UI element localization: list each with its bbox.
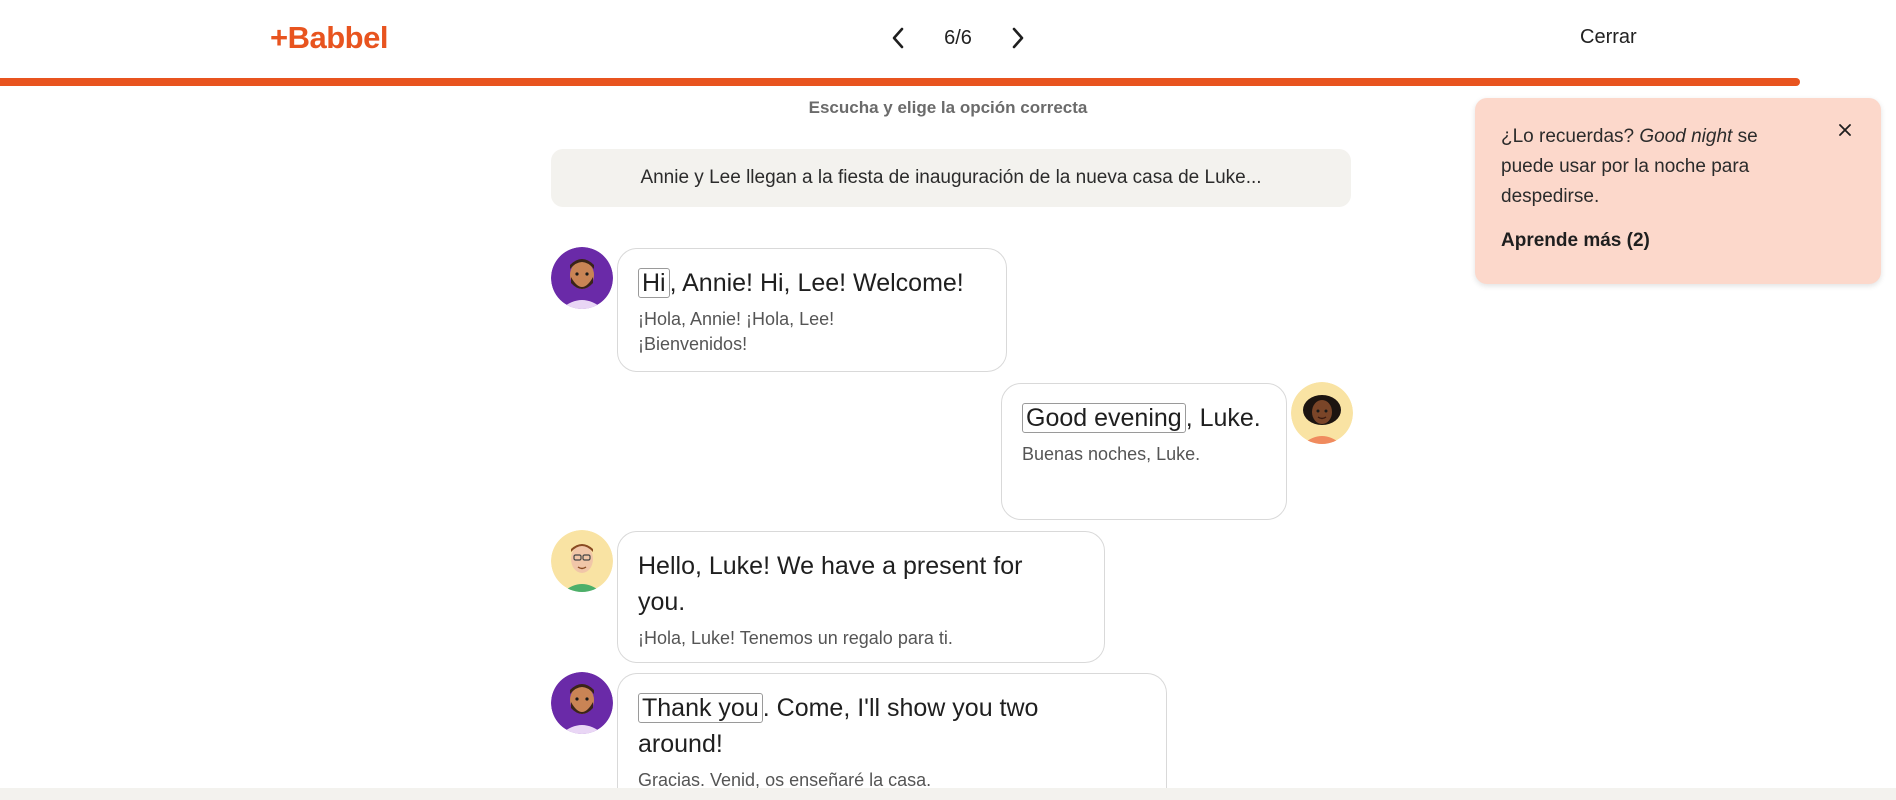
message-english-text: Hello, Luke! We have a present for you.: [638, 552, 1023, 616]
man-beard-avatar-icon: [551, 672, 613, 734]
message-translation: ¡Hola, Annie! ¡Hola, Lee! ¡Bienvenidos!: [638, 309, 835, 354]
close-icon: [1839, 124, 1851, 136]
pager-count: 6/6: [944, 26, 972, 49]
context-text: Annie y Lee llegan a la fiesta de inaugu…: [640, 167, 1262, 188]
close-hint-button[interactable]: [1831, 116, 1859, 144]
keyword-highlight[interactable]: Hi: [638, 268, 670, 298]
chevron-left-icon: [892, 27, 904, 49]
man-glasses-avatar-icon: [551, 530, 613, 592]
message-bubble: Hi, Annie! Hi, Lee! Welcome! ¡Hola, Anni…: [617, 248, 1007, 372]
message-bubble: Hello, Luke! We have a present for you. …: [617, 531, 1105, 663]
message-english: Good evening, Luke.: [1022, 400, 1266, 436]
top-bar: +Babbel 6/6 Cerrar: [0, 0, 1896, 80]
message-bubble: Good evening, Luke. Buenas noches, Luke.: [1001, 383, 1287, 520]
hint-tooltip: ¿Lo recuerdas? Good night se puede usar …: [1475, 98, 1881, 284]
bottom-bar: [0, 788, 1896, 800]
progress-bar: [0, 78, 1800, 86]
message-translation: Buenas noches, Luke.: [1022, 444, 1201, 464]
close-lesson-button[interactable]: Cerrar: [1580, 26, 1637, 49]
next-button[interactable]: [1000, 18, 1036, 58]
message-english: Thank you. Come, I'll show you two aroun…: [638, 690, 1118, 762]
context-box: Annie y Lee llegan a la fiesta de inaugu…: [551, 149, 1351, 207]
hint-text: ¿Lo recuerdas? Good night se puede usar …: [1501, 122, 1801, 212]
message-translation: ¡Hola, Luke! Tenemos un regalo para ti.: [638, 628, 953, 648]
learn-more-link[interactable]: Aprende más (2): [1501, 230, 1855, 252]
progress-fill: [0, 78, 1800, 86]
keyword-highlight[interactable]: Thank you: [638, 693, 763, 723]
message-english-text: , Luke.: [1185, 404, 1261, 432]
hint-text-emphasis: Good night: [1639, 126, 1733, 147]
message-english-text: , Annie! Hi, Lee! Welcome!: [669, 269, 964, 297]
chevron-right-icon: [1012, 27, 1024, 49]
pager: 6/6: [880, 18, 1036, 58]
man-beard-avatar-icon: [551, 247, 613, 309]
keyword-highlight[interactable]: Good evening: [1022, 403, 1186, 433]
message-english: Hello, Luke! We have a present for you.: [638, 548, 1058, 620]
message-english: Hi, Annie! Hi, Lee! Welcome!: [638, 265, 986, 301]
woman-avatar-icon: [1291, 382, 1353, 444]
message-bubble: Thank you. Come, I'll show you two aroun…: [617, 673, 1167, 800]
babbel-logo[interactable]: +Babbel: [270, 20, 388, 56]
previous-button[interactable]: [880, 18, 916, 58]
hint-text-prefix: ¿Lo recuerdas?: [1501, 126, 1640, 147]
